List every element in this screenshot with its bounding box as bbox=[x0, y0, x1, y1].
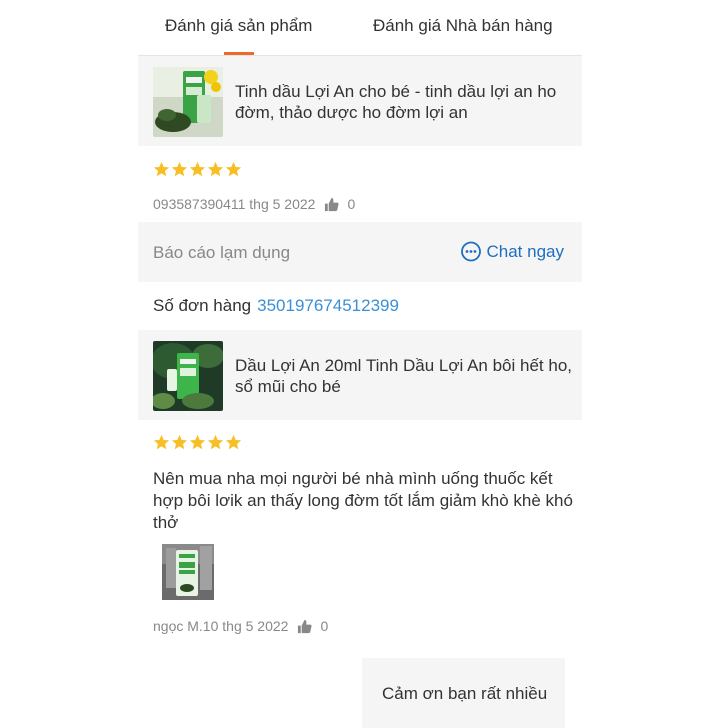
star-icon bbox=[153, 161, 170, 177]
order-number-label: Số đơn hàng bbox=[153, 296, 252, 315]
review-meta: ngọc M.10 thg 5 2022 0 bbox=[153, 618, 328, 634]
tab-seller-reviews[interactable]: Đánh giá Nhà bán hàng bbox=[373, 16, 553, 36]
product-thumbnail bbox=[153, 67, 223, 137]
star-icon bbox=[207, 434, 224, 450]
tab-product-reviews[interactable]: Đánh giá sản phẩm bbox=[165, 16, 312, 36]
like-count: 0 bbox=[347, 196, 356, 212]
rating-stars bbox=[153, 161, 242, 181]
order-number-link[interactable]: 350197674512399 bbox=[257, 296, 399, 315]
reviewer-date: 093587390411 thg 5 2022 bbox=[153, 196, 316, 212]
star-icon bbox=[153, 434, 170, 450]
chat-now-label: Chat ngay bbox=[486, 242, 565, 261]
chat-now-button[interactable]: Chat ngay bbox=[460, 241, 565, 263]
chat-bubble-icon bbox=[460, 241, 481, 262]
rating-stars bbox=[153, 434, 242, 454]
review-product-card[interactable]: Tinh dầu Lợi An cho bé - tinh dầu lợi an… bbox=[138, 56, 582, 146]
review-photo[interactable] bbox=[162, 544, 214, 600]
review-tabs: Đánh giá sản phẩm Đánh giá Nhà bán hàng bbox=[138, 0, 582, 56]
star-icon bbox=[171, 161, 188, 177]
star-icon bbox=[189, 161, 206, 177]
product-name: Tinh dầu Lợi An cho bé - tinh dầu lợi an… bbox=[235, 82, 557, 122]
seller-reply-text: Cảm ơn bạn rất nhiều bbox=[382, 684, 548, 703]
report-abuse-link[interactable]: Báo cáo lạm dụng bbox=[153, 243, 290, 263]
product-name: Dầu Lợi An 20ml Tinh Dầu Lợi An bôi hết … bbox=[235, 356, 573, 396]
star-icon bbox=[189, 434, 206, 450]
like-count: 0 bbox=[320, 618, 329, 634]
active-tab-indicator bbox=[224, 52, 254, 55]
review-actions-bar: Báo cáo lạm dụng Chat ngay bbox=[138, 222, 582, 282]
order-number-row: Số đơn hàng 350197674512399 bbox=[153, 296, 399, 316]
review-meta: 093587390411 thg 5 2022 0 bbox=[153, 196, 355, 212]
star-icon bbox=[207, 161, 224, 177]
product-thumbnail bbox=[153, 341, 223, 411]
review-product-card[interactable]: Dầu Lợi An 20ml Tinh Dầu Lợi An bôi hết … bbox=[138, 330, 582, 420]
thumbs-up-icon[interactable] bbox=[297, 619, 313, 634]
thumbs-up-icon[interactable] bbox=[324, 197, 340, 212]
star-icon bbox=[225, 434, 242, 450]
product-reviews-panel: Đánh giá sản phẩm Đánh giá Nhà bán hàng … bbox=[138, 0, 582, 728]
review-text: Nên mua nha mọi người bé nhà mình uống t… bbox=[153, 469, 573, 532]
star-icon bbox=[225, 161, 242, 177]
seller-reply: Cảm ơn bạn rất nhiều bbox=[362, 658, 565, 728]
star-icon bbox=[171, 434, 188, 450]
reviewer-date: ngọc M.10 thg 5 2022 bbox=[153, 618, 289, 634]
